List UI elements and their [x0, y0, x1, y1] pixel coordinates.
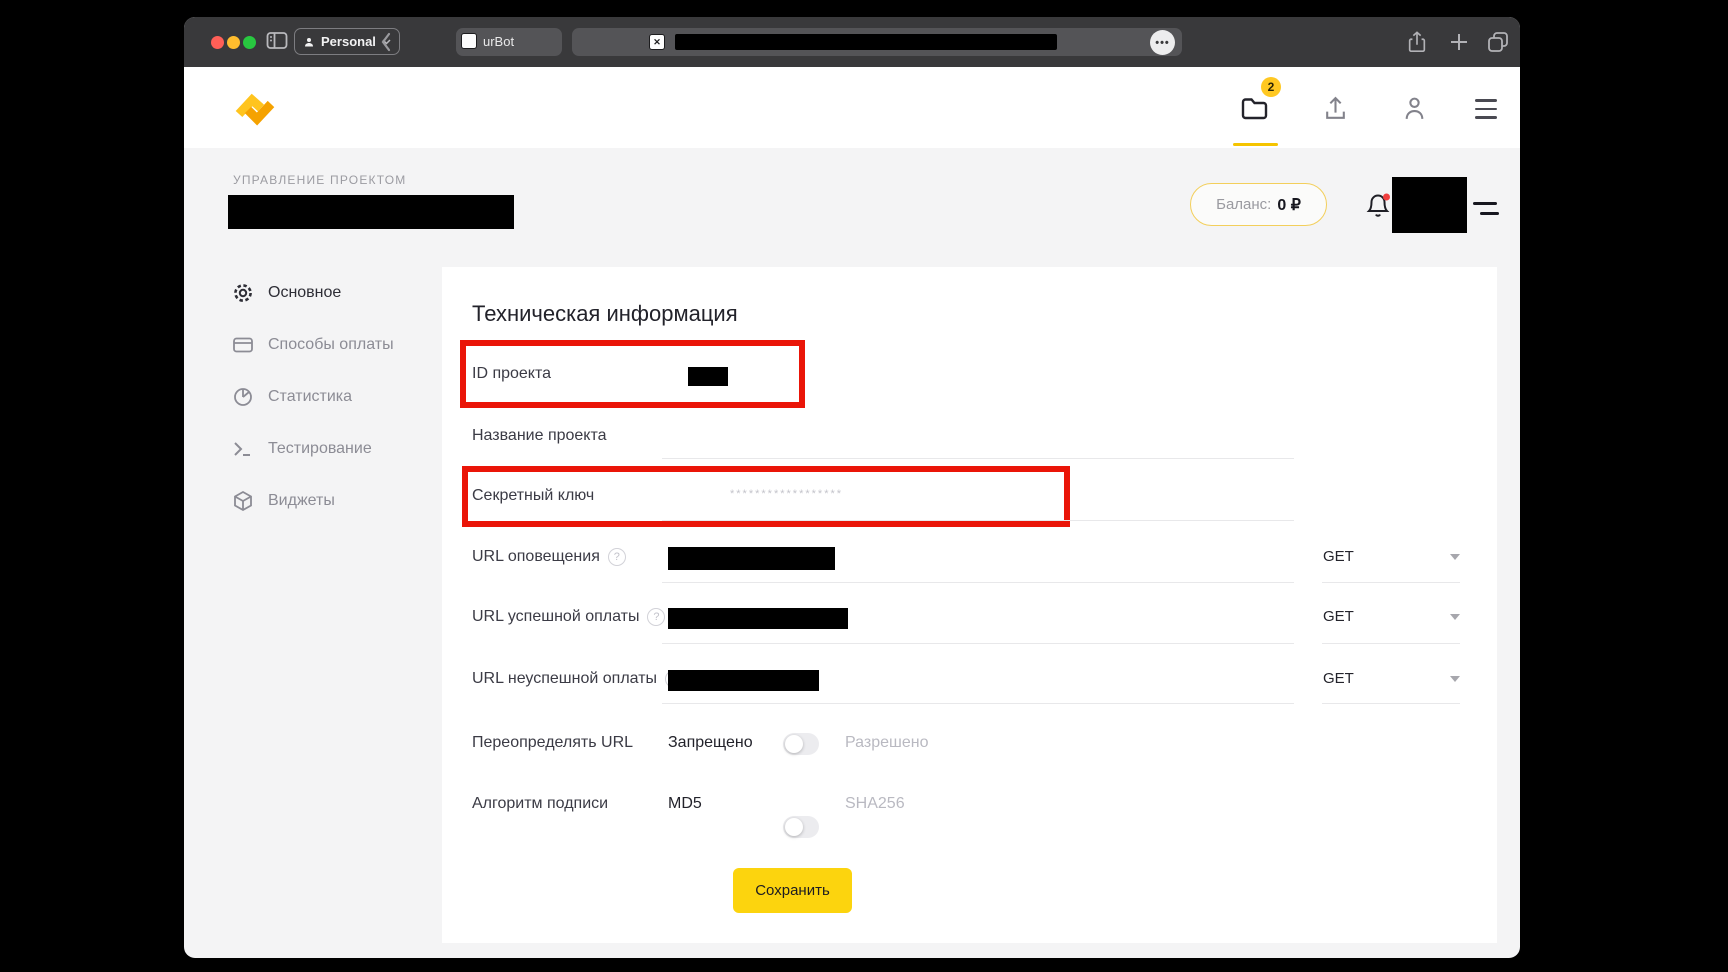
chevron-down-icon [1450, 676, 1460, 682]
help-icon[interactable]: ? [647, 608, 665, 626]
badge-count: 2 [1268, 80, 1275, 94]
balance-value: 0 ₽ [1277, 195, 1301, 215]
notify-url-label: URL оповещения ? [472, 548, 626, 566]
override-url-toggle[interactable] [783, 733, 819, 755]
project-name-input[interactable] [662, 458, 1294, 459]
sign-algo-off-label: MD5 [668, 795, 702, 813]
success-url-method-select[interactable]: GET [1323, 608, 1460, 625]
chevron-down-icon [1450, 554, 1460, 560]
sidebar-toggle-icon[interactable] [266, 31, 288, 51]
redacted-project-id-value [688, 367, 728, 386]
method-value: GET [1323, 670, 1354, 687]
ellipsis-icon: ••• [1155, 37, 1170, 49]
notify-url-label-text: URL оповещения [472, 548, 600, 566]
browser-titlebar: Personal urBot ✕ ••• [184, 17, 1520, 67]
person-icon [303, 36, 315, 48]
sidebar-item-main[interactable]: Основное [232, 277, 432, 309]
tab-overview-icon[interactable] [1486, 30, 1510, 54]
redacted-avatar[interactable] [1392, 177, 1467, 233]
pie-chart-icon [232, 386, 254, 408]
success-url-method-underline [1322, 643, 1460, 644]
cube-icon [232, 490, 254, 512]
app-header: 2 [184, 67, 1520, 148]
sidebar-item-label: Способы оплаты [268, 336, 394, 354]
balance-label: Баланс: [1216, 196, 1271, 213]
chevron-down-icon [1450, 614, 1460, 620]
redacted-notify-url-value [668, 547, 835, 570]
notify-url-method-select[interactable]: GET [1323, 548, 1460, 565]
tab-urbot[interactable]: urBot [456, 28, 562, 56]
account-icon[interactable] [1402, 95, 1427, 122]
new-tab-icon[interactable] [1448, 31, 1470, 53]
share-icon[interactable] [1406, 29, 1428, 55]
redacted-project-name [228, 195, 514, 229]
toggle-knob [785, 735, 803, 753]
tab-more-button[interactable]: ••• [1150, 30, 1175, 55]
notifications-bell-icon[interactable] [1364, 189, 1392, 219]
zoom-window-button[interactable] [243, 36, 256, 49]
project-name-label: Название проекта [472, 427, 607, 445]
notify-url-input[interactable] [662, 582, 1294, 583]
balance-button[interactable]: Баланс: 0 ₽ [1190, 183, 1327, 226]
redacted-tab-title [675, 34, 1057, 50]
fail-url-input[interactable] [662, 703, 1294, 704]
tab-title: urBot [483, 34, 514, 49]
secret-key-masked-value: ****************** [730, 488, 843, 500]
close-window-button[interactable] [211, 36, 224, 49]
projects-folder-icon[interactable] [1241, 97, 1268, 120]
save-button[interactable]: Сохранить [733, 868, 852, 913]
sidebar-item-payment-methods[interactable]: Способы оплаты [232, 329, 432, 361]
override-url-on-label: Разрешено [845, 734, 928, 752]
toggle-knob [785, 818, 803, 836]
sidebar-item-label: Тестирование [268, 440, 372, 458]
back-button[interactable] [380, 32, 392, 52]
fail-url-label-text: URL неуспешной оплаты [472, 670, 657, 688]
sidebar-item-widgets[interactable]: Виджеты [232, 485, 432, 517]
sign-algo-label: Алгоритм подписи [472, 795, 608, 813]
success-url-label-text: URL успешной оплаты [472, 608, 639, 626]
success-url-label: URL успешной оплаты ? [472, 608, 665, 626]
success-url-input[interactable] [662, 643, 1294, 644]
notify-url-method-underline [1322, 582, 1460, 583]
fail-url-method-select[interactable]: GET [1323, 670, 1460, 687]
projects-count-badge: 2 [1261, 77, 1281, 97]
method-value: GET [1323, 548, 1354, 565]
terminal-icon [232, 438, 254, 460]
sidebar-item-label: Основное [268, 284, 341, 302]
sidebar-item-testing[interactable]: Тестирование [232, 433, 432, 465]
tab-active[interactable]: ✕ ••• [572, 28, 1182, 56]
sidebar-item-label: Статистика [268, 388, 352, 406]
menu-icon[interactable] [1475, 99, 1497, 119]
minimize-window-button[interactable] [227, 36, 240, 49]
browser-window: Personal urBot ✕ ••• [184, 17, 1520, 958]
redacted-success-url-value [668, 608, 848, 629]
fail-url-label: URL неуспешной оплаты ? [472, 670, 683, 688]
settings-card: Техническая информация ID проекта Назван… [442, 267, 1497, 943]
project-id-label: ID проекта [472, 365, 551, 383]
gear-icon [232, 282, 254, 304]
tab-favicon [461, 33, 477, 49]
credit-card-icon [232, 334, 254, 356]
section-label: УПРАВЛЕНИЕ ПРОЕКТОМ [233, 173, 406, 187]
brand-logo[interactable] [231, 90, 279, 128]
sign-algo-on-label: SHA256 [845, 795, 905, 813]
secret-key-label: Секретный ключ [472, 487, 594, 505]
override-url-label: Переопределять URL [472, 734, 633, 752]
help-icon[interactable]: ? [608, 548, 626, 566]
sign-algo-toggle[interactable] [783, 816, 819, 838]
secret-key-input[interactable] [662, 520, 1294, 521]
withdraw-icon[interactable] [1323, 95, 1348, 122]
method-value: GET [1323, 608, 1354, 625]
tab-close-favicon: ✕ [649, 34, 665, 50]
sidebar-item-label: Виджеты [268, 492, 335, 510]
project-switch-icon[interactable] [1473, 202, 1499, 216]
page-title: Техническая информация [472, 301, 738, 327]
fail-url-method-underline [1322, 703, 1460, 704]
override-url-off-label: Запрещено [668, 734, 753, 752]
profile-label: Personal [321, 34, 376, 49]
active-nav-underline [1233, 143, 1278, 146]
redacted-fail-url-value [668, 670, 819, 691]
sidebar: Основное Способы оплаты Статистика Тести… [232, 277, 432, 517]
sidebar-item-statistics[interactable]: Статистика [232, 381, 432, 413]
